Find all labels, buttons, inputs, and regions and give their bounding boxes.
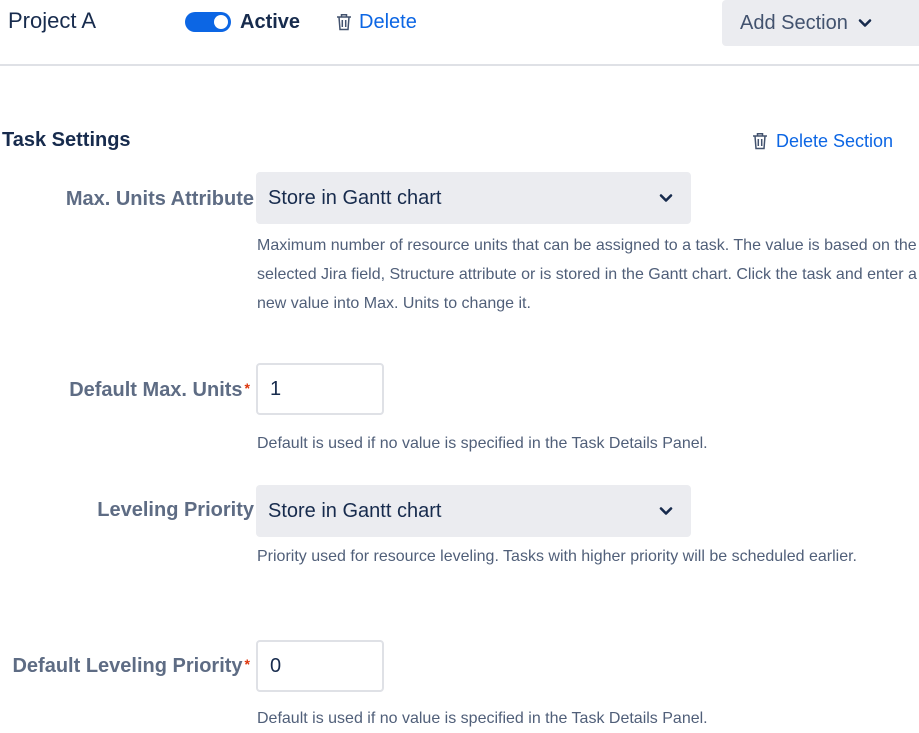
select-value: Store in Gantt chart (268, 499, 442, 522)
chevron-down-icon (659, 506, 673, 516)
project-title: Project A (8, 8, 97, 33)
trash-icon (752, 132, 768, 150)
default-leveling-priority-help: Default is used if no value is specified… (257, 710, 708, 727)
leveling-priority-help: Priority used for resource leveling. Tas… (257, 548, 857, 565)
add-section-button[interactable]: Add Section (722, 0, 919, 46)
select-value: Store in Gantt chart (268, 186, 442, 209)
field-label-text: Default Leveling Priority (12, 655, 243, 677)
required-marker: * (244, 656, 250, 672)
default-max-units-help: Default is used if no value is specified… (257, 435, 708, 452)
header-divider (0, 64, 919, 66)
max-units-attribute-label: Max. Units Attribute (66, 186, 254, 212)
default-leveling-priority-input[interactable] (256, 640, 384, 692)
required-marker: * (244, 380, 250, 396)
field-label-text: Max. Units Attribute (65, 188, 254, 210)
default-leveling-priority-label: Default Leveling Priority * (12, 653, 250, 679)
active-toggle[interactable] (185, 12, 231, 32)
max-units-attribute-select[interactable]: Store in Gantt chart (256, 172, 691, 224)
max-units-attribute-help: Maximum number of resource units that ca… (257, 237, 917, 312)
chevron-down-icon (858, 18, 872, 28)
delete-section-link[interactable]: Delete Section (752, 128, 893, 154)
default-max-units-label: Default Max. Units * (69, 377, 250, 403)
default-max-units-input[interactable] (256, 363, 384, 415)
field-label-text: Leveling Priority (97, 499, 254, 521)
section-title: Task Settings (2, 129, 131, 151)
trash-icon (336, 13, 352, 31)
active-label: Active (240, 11, 301, 33)
chevron-down-icon (659, 193, 673, 203)
toggle-knob (214, 15, 228, 29)
field-label-text: Default Max. Units (69, 379, 243, 401)
leveling-priority-label: Leveling Priority (97, 497, 254, 523)
delete-section-label: Delete Section (776, 130, 894, 151)
delete-project-link[interactable]: Delete (336, 8, 417, 36)
add-section-label: Add Section (740, 11, 848, 34)
leveling-priority-select[interactable]: Store in Gantt chart (256, 485, 691, 537)
delete-label: Delete (359, 10, 417, 33)
